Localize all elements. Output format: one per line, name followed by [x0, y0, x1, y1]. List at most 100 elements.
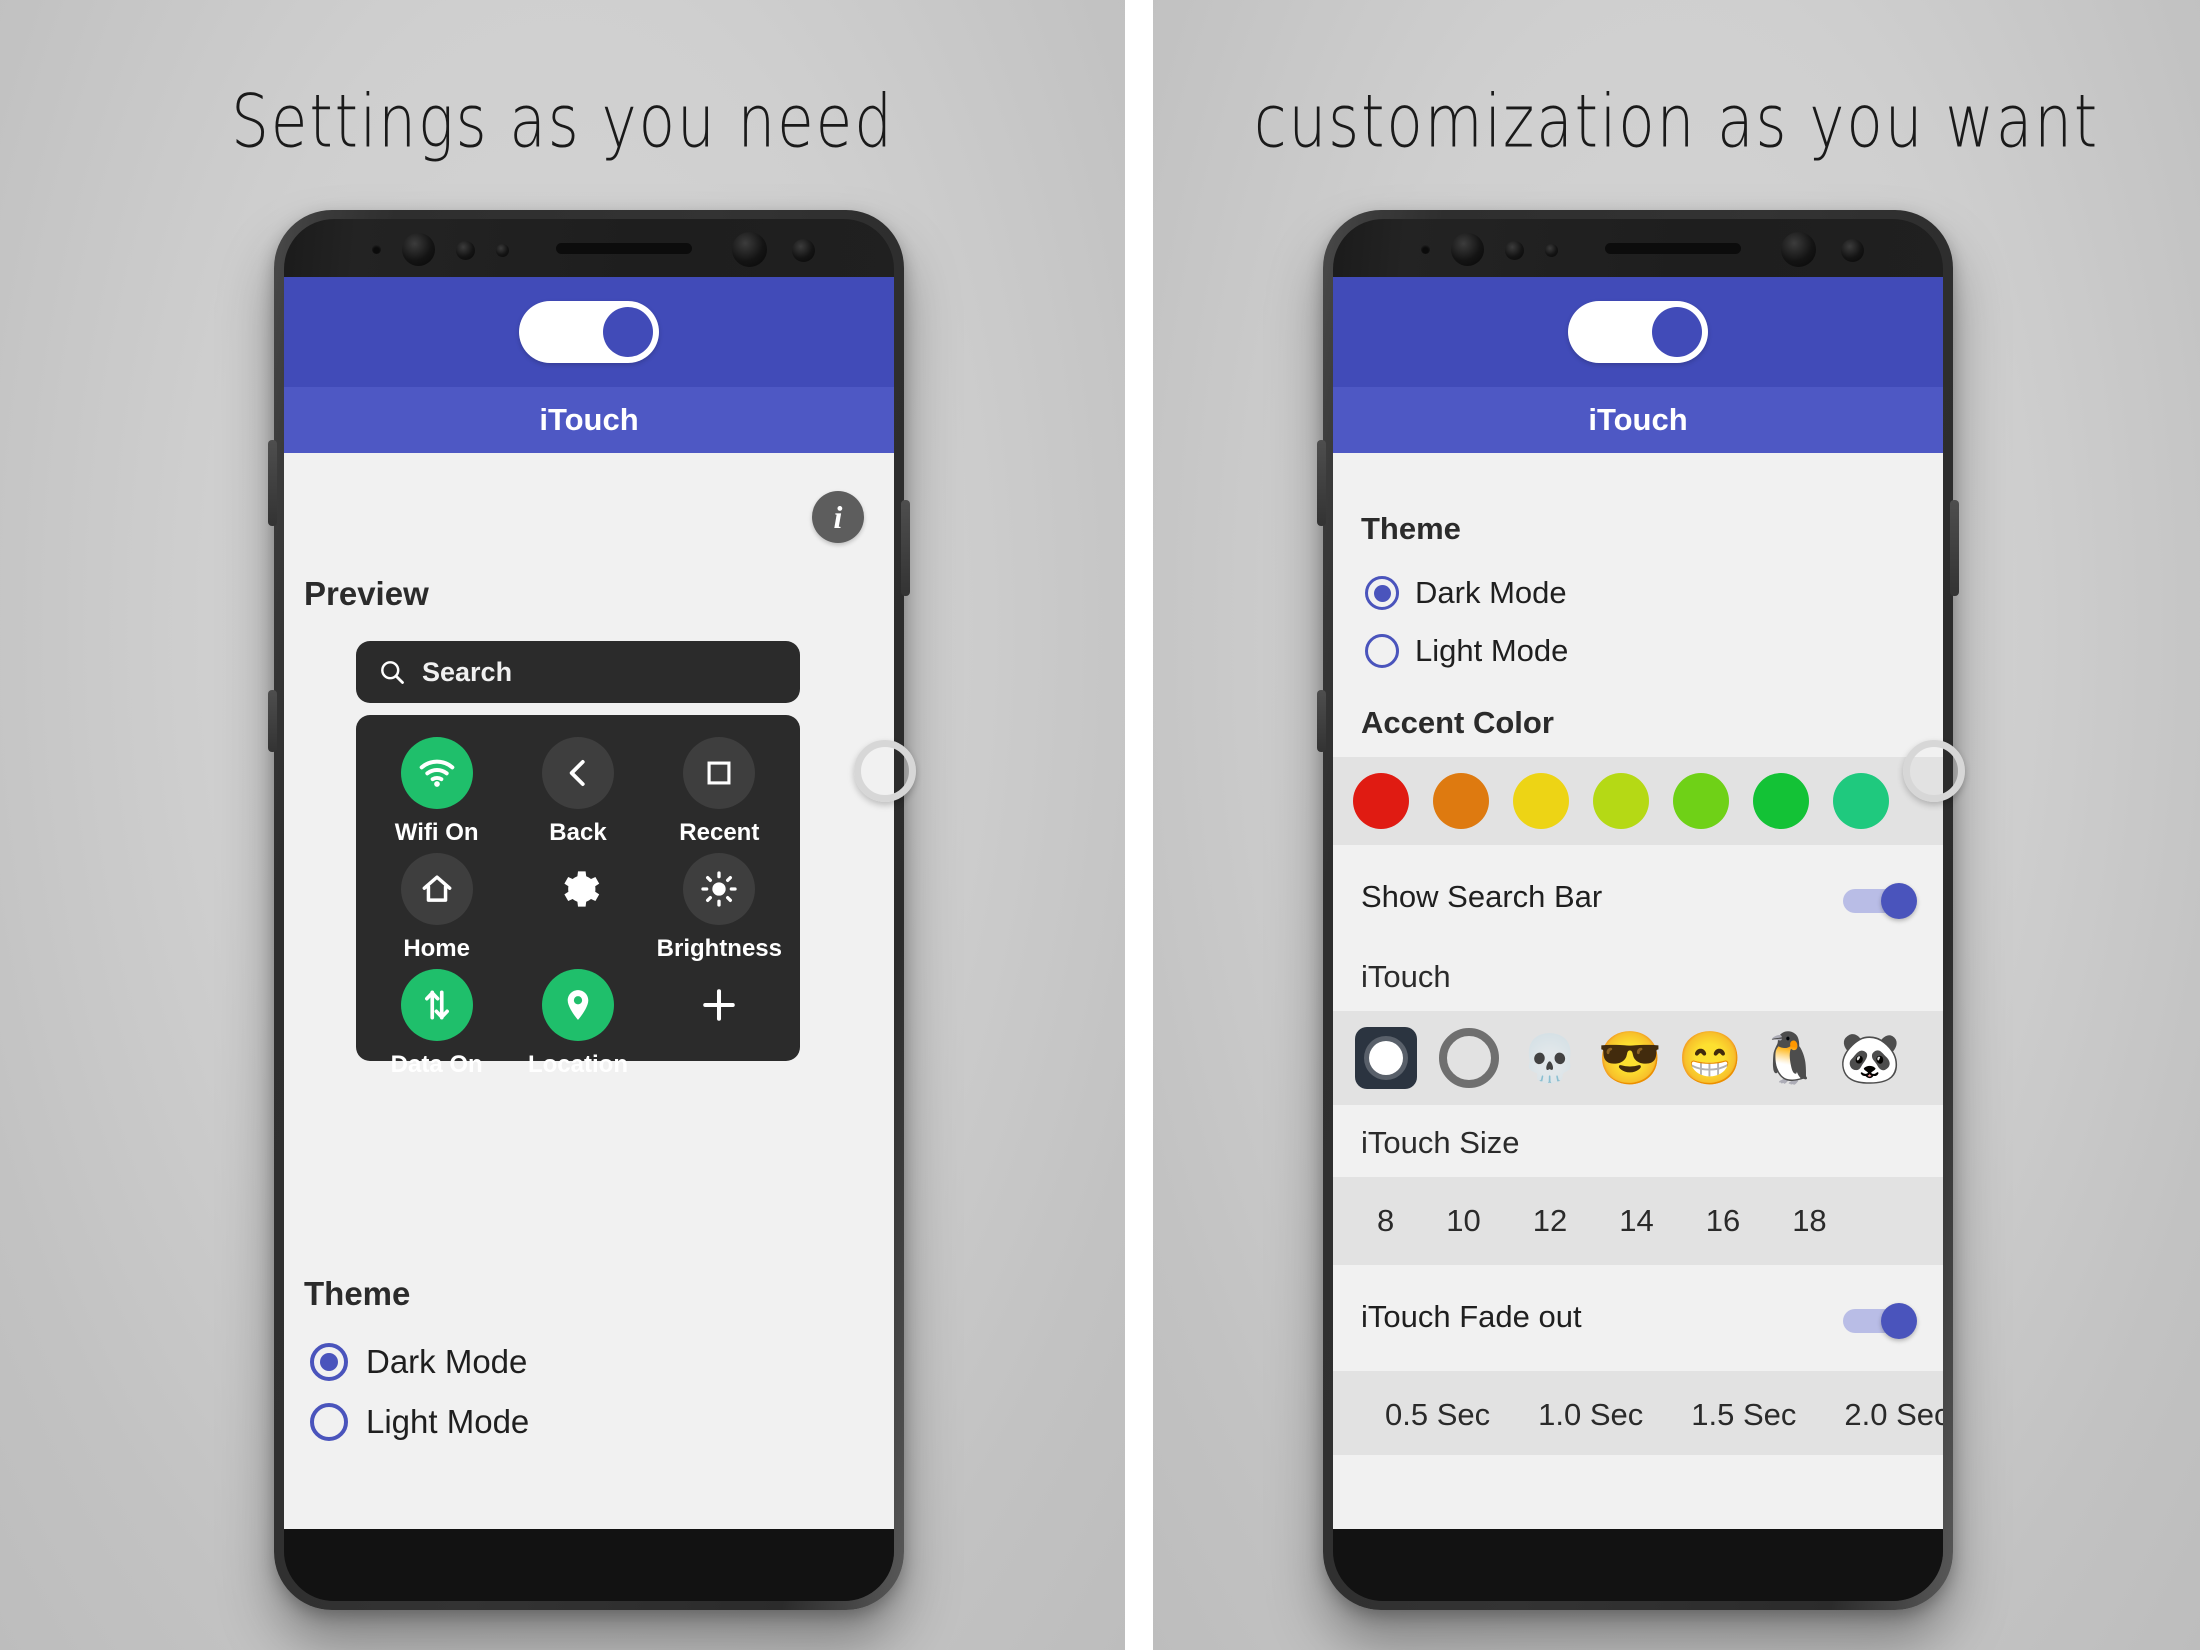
toggle-knob [603, 307, 653, 357]
theme-section-label: Theme [1361, 511, 1461, 546]
sensor-dot-tiny [1545, 244, 1558, 257]
iris-scanner-icon [732, 232, 767, 267]
accent-swatch-yellowgreen[interactable] [1673, 773, 1729, 829]
radio-light-mode[interactable]: Light Mode [310, 1403, 529, 1441]
show-search-bar-toggle[interactable] [1843, 883, 1917, 919]
tile-brightness[interactable]: Brightness [649, 853, 790, 963]
bixby-button[interactable] [1317, 690, 1326, 752]
accent-swatch-orange[interactable] [1433, 773, 1489, 829]
app-title: iTouch [539, 402, 639, 437]
itouch-size-label: iTouch Size [1361, 1125, 1520, 1160]
tile-wifi[interactable]: Wifi On [366, 737, 507, 847]
screenshot-root: Settings as you need iTouch i Preview Se… [0, 0, 2200, 1650]
preview-tile-grid: Wifi On Back Recent Home Brightness Data… [356, 715, 800, 1078]
radio-label: Dark Mode [1415, 575, 1567, 610]
sunglasses-face-icon[interactable]: 😎 [1598, 1029, 1663, 1088]
itouch-size-row[interactable]: 8 10 12 14 16 18 [1333, 1177, 1943, 1265]
theme-section-label: Theme [304, 1275, 411, 1312]
accent-swatch-green[interactable] [1753, 773, 1809, 829]
search-placeholder: Search [422, 656, 513, 687]
fade-option-0-5[interactable]: 0.5 Sec [1385, 1397, 1490, 1433]
power-button[interactable] [1950, 500, 1959, 596]
home-icon [400, 853, 473, 925]
preview-search-bar[interactable]: Search [356, 641, 800, 703]
proximity-sensor-icon [792, 239, 815, 262]
tile-label: Home [403, 935, 470, 962]
skull-icon[interactable]: 💀 [1521, 1029, 1579, 1087]
tile-settings[interactable] [507, 853, 648, 963]
right-phone-device: iTouch Theme Dark Mode Light Mode Accent… [1317, 210, 1959, 1610]
right-phone-top-bezel [1333, 219, 1943, 277]
accent-swatch-teal[interactable] [1833, 773, 1889, 829]
power-button[interactable] [901, 500, 910, 596]
earpiece-speaker [1605, 243, 1741, 254]
right-phone-bottom-bezel [1333, 1529, 1943, 1601]
left-phone-screen: iTouch i Preview Search Wifi On Back Rec… [284, 277, 894, 1529]
size-option-14[interactable]: 14 [1619, 1203, 1653, 1239]
penguin-icon[interactable]: 🐧 [1759, 1029, 1821, 1087]
left-edge-circle-highlight [854, 740, 916, 802]
fade-option-1-5[interactable]: 1.5 Sec [1691, 1397, 1796, 1433]
tile-back[interactable]: Back [507, 737, 648, 847]
app-title-bar: iTouch [1333, 387, 1943, 453]
toggle-knob [1881, 883, 1917, 919]
radio-unselected-icon [310, 1403, 348, 1441]
sensor-dot-small [372, 245, 381, 254]
accent-swatch-red[interactable] [1353, 773, 1409, 829]
radio-light-mode[interactable]: Light Mode [1365, 633, 1568, 669]
size-option-16[interactable]: 16 [1706, 1203, 1740, 1239]
itouch-fade-row[interactable]: iTouch Fade out [1333, 1273, 1943, 1369]
wifi-icon [400, 737, 473, 809]
left-phone-top-bezel [284, 219, 894, 277]
itouch-icon-row[interactable]: 💀 😎 😁 🐧 🐼 [1333, 1011, 1943, 1105]
accent-swatch-yellow[interactable] [1513, 773, 1569, 829]
show-search-bar-row[interactable]: Show Search Bar [1333, 853, 1943, 949]
fade-time-row[interactable]: 0.5 Sec 1.0 Sec 1.5 Sec 2.0 Sec [1333, 1371, 1943, 1459]
accent-swatch-lime[interactable] [1593, 773, 1649, 829]
plus-icon [683, 969, 755, 1041]
toggle-knob [1881, 1303, 1917, 1339]
itouch-default-icon[interactable] [1355, 1027, 1417, 1089]
radio-label: Dark Mode [366, 1343, 528, 1380]
tile-data[interactable]: Data On [366, 969, 507, 1079]
app-topbar [1333, 277, 1943, 387]
square-icon [683, 737, 756, 809]
itouch-master-toggle[interactable] [1568, 301, 1708, 363]
size-option-10[interactable]: 10 [1446, 1203, 1480, 1239]
grinning-face-icon[interactable]: 😁 [1678, 1029, 1743, 1088]
sensor-dot-medium [456, 241, 475, 260]
panel-divider [1125, 0, 1153, 1650]
accent-color-row[interactable] [1333, 757, 1943, 845]
front-camera-icon [402, 233, 435, 266]
tile-location[interactable]: Location [507, 969, 648, 1079]
radio-inner-dot [320, 1353, 338, 1371]
bixby-button[interactable] [268, 690, 277, 752]
right-edge-circle-highlight [1903, 740, 1965, 802]
sensor-dot-medium [1505, 241, 1524, 260]
info-icon[interactable]: i [812, 491, 864, 543]
content-bottom-spacer [1333, 1455, 1943, 1529]
iris-scanner-icon [1781, 232, 1816, 267]
size-option-12[interactable]: 12 [1533, 1203, 1567, 1239]
fade-option-2-0[interactable]: 2.0 Sec [1844, 1397, 1943, 1433]
fade-option-1-0[interactable]: 1.0 Sec [1538, 1397, 1643, 1433]
radio-dark-mode[interactable]: Dark Mode [1365, 575, 1567, 611]
ring-icon[interactable] [1439, 1028, 1499, 1088]
app-topbar [284, 277, 894, 387]
panda-icon[interactable]: 🐼 [1839, 1029, 1901, 1087]
radio-dark-mode[interactable]: Dark Mode [310, 1343, 527, 1381]
right-phone-screen: iTouch Theme Dark Mode Light Mode Accent… [1333, 277, 1943, 1529]
size-option-8[interactable]: 8 [1377, 1203, 1394, 1239]
volume-button[interactable] [1317, 440, 1326, 526]
tile-label: Data On [390, 1051, 483, 1078]
size-option-18[interactable]: 18 [1792, 1203, 1826, 1239]
tile-home[interactable]: Home [366, 853, 507, 963]
itouch-fade-toggle[interactable] [1843, 1303, 1917, 1339]
itouch-master-toggle[interactable] [519, 301, 659, 363]
volume-button[interactable] [268, 440, 277, 526]
earpiece-speaker [556, 243, 692, 254]
proximity-sensor-icon [1841, 239, 1864, 262]
tile-add[interactable] [649, 969, 790, 1079]
tile-recent[interactable]: Recent [649, 737, 790, 847]
left-phone-body: iTouch i Preview Search Wifi On Back Rec… [284, 219, 894, 1601]
